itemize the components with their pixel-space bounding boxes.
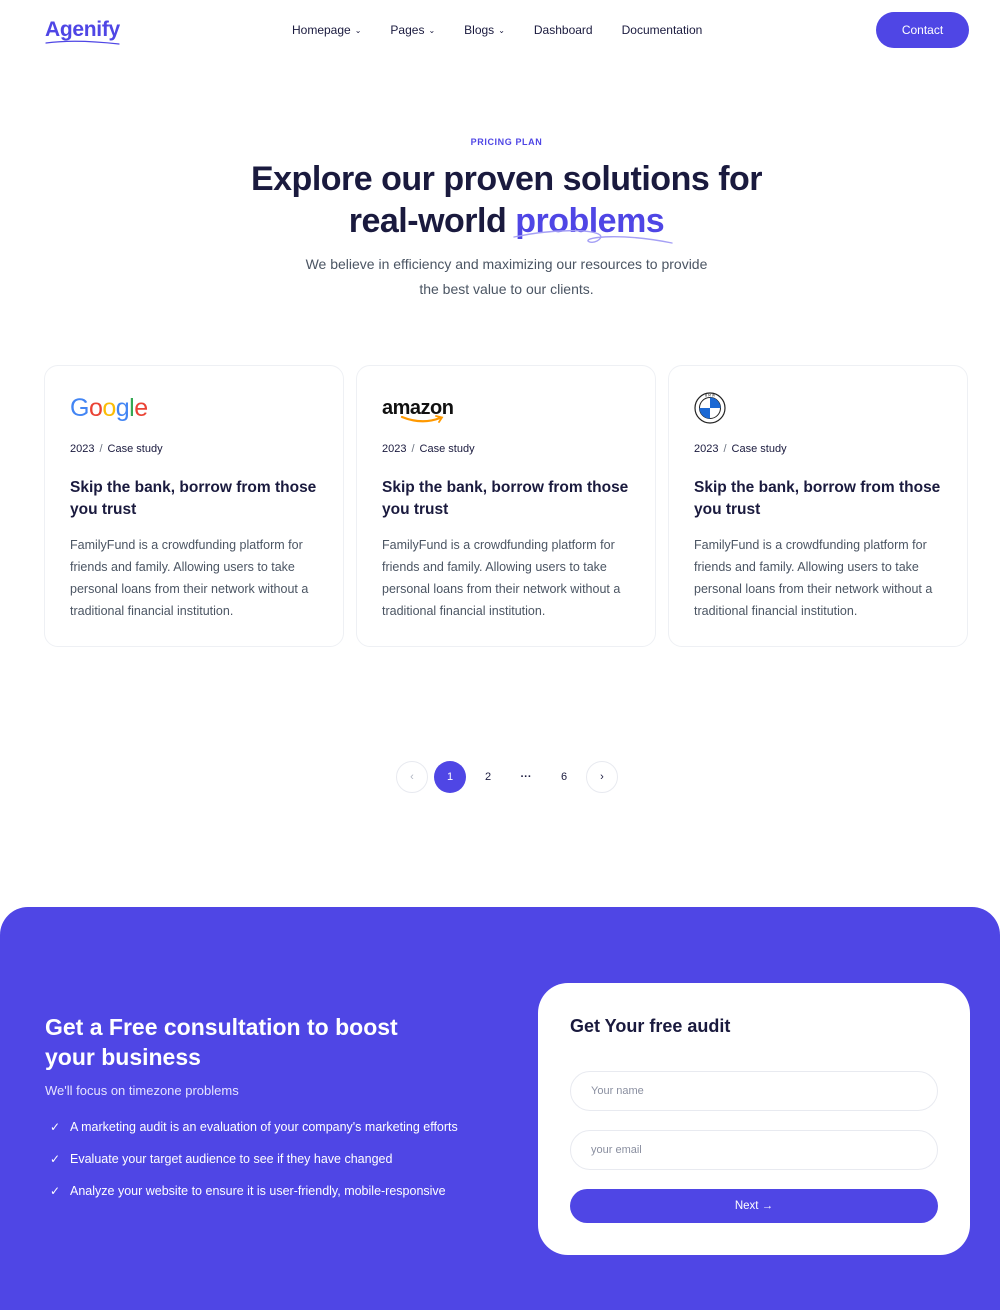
subtext-line-1: We believe in efficiency and maximizing … [305,256,708,272]
card-year: 2023 [694,443,719,455]
form-title: Get Your free audit [570,1016,731,1036]
benefit-text: Evaluate your target audience to see if … [70,1152,393,1166]
chevron-down-icon: ⌄ [354,25,362,35]
subtext-line-2: the best value to our clients. [419,281,594,297]
card-meta: 2023/Case study [694,443,787,455]
contact-button[interactable]: Contact [876,12,969,48]
bmw-logo: B M W [694,391,726,425]
benefit-text: Analyze your website to ensure it is use… [70,1184,446,1198]
benefit-text: A marketing audit is an evaluation of yo… [70,1120,458,1134]
list-item: ✓ A marketing audit is an evaluation of y… [50,1115,460,1140]
pagination: ‹ 1 2 ··· 6 › [396,761,624,793]
google-logo: Google [70,391,148,425]
benefit-list: ✓ A marketing audit is an evaluation of y… [50,1115,460,1211]
card-description: FamilyFund is a crowdfunding platform fo… [382,538,621,618]
card-year: 2023 [382,443,407,455]
audit-form: Get Your free audit Next → [538,983,970,1255]
case-study-card[interactable]: B M W 2023/Case study Skip the bank, bor… [668,365,968,647]
nav-label: Documentation [621,23,703,37]
check-icon: ✓ [50,1152,61,1166]
hero-subtext: We believe in efficiency and maximizing … [0,252,1000,302]
nav-item-pages[interactable]: Pages ⌄ [390,23,435,37]
nav-item-homepage[interactable]: Homepage ⌄ [292,23,361,37]
case-study-card[interactable]: Google 2023/Case study Skip the bank, bo… [44,365,344,647]
nav-label: Blogs [464,23,495,37]
cta-title: Get a Free consultation to boost your bu… [45,1014,398,1070]
card-category: Case study [107,443,163,455]
card-description: FamilyFund is a crowdfunding platform fo… [694,538,933,618]
section-eyebrow: PRICING PLAN [470,137,543,147]
chevron-down-icon: ⌄ [498,25,505,35]
card-meta: 2023/Case study [382,443,475,455]
amazon-smile-icon [400,415,444,423]
next-button[interactable]: Next → [570,1189,938,1223]
case-study-card[interactable]: amazon 2023/Case study Skip the bank, bo… [356,365,656,647]
consultation-section: Get a Free consultation to boost your bu… [0,907,1000,1310]
bmw-roundel-icon: B M W [694,392,726,424]
card-title[interactable]: Skip the bank, borrow from those you tru… [694,477,944,521]
card-category: Case study [731,443,787,455]
amazon-logo: amazon [382,391,454,425]
site-header: Agenify Homepage ⌄ Pages ⌄ Blogs ⌄ Dashb… [0,0,1000,60]
page-2-button[interactable]: 2 [472,761,504,793]
card-meta: 2023/Case study [70,443,163,455]
chevron-right-icon[interactable]: › [586,761,618,793]
svg-text:B M W: B M W [705,393,716,397]
cta-subtitle: We'll focus on timezone problems [45,1083,239,1098]
check-icon: ✓ [50,1184,61,1198]
list-item: ✓ Evaluate your target audience to see if… [50,1147,460,1172]
card-title[interactable]: Skip the bank, borrow from those you tru… [70,477,320,521]
nav-item-blogs[interactable]: Blogs ⌄ [464,23,505,37]
headline-line-2-prefix: real-world [348,202,516,240]
nav-item-dashboard[interactable]: Dashboard [534,23,593,37]
google-wordmark: Google [70,393,148,422]
chevron-down-icon: ⌄ [428,25,436,35]
nav-label: Homepage [292,23,351,37]
page-6-button[interactable]: 6 [548,761,580,793]
nav-label: Pages [390,23,425,37]
check-icon: ✓ [50,1120,61,1134]
page-title: Explore our proven solutions for real-wo… [0,158,1000,242]
squiggle-underline-icon [513,230,673,244]
logo-swoosh-icon [45,40,120,45]
page-1-button[interactable]: 1 [434,761,466,793]
card-title[interactable]: Skip the bank, borrow from those you tru… [382,477,632,521]
card-year: 2023 [70,443,95,455]
card-description: FamilyFund is a crowdfunding platform fo… [70,538,309,618]
email-field[interactable] [570,1130,938,1170]
chevron-left-icon[interactable]: ‹ [396,761,428,793]
nav-label: Dashboard [533,23,593,37]
name-field[interactable] [570,1071,938,1111]
pagination-ellipsis: ··· [520,771,532,783]
list-item: ✓ Analyze your website to ensure it is us… [50,1179,460,1204]
headline-line-1: Explore our proven solutions for [250,160,763,198]
nav-item-documentation[interactable]: Documentation [622,23,703,37]
card-category: Case study [419,443,475,455]
main-nav: Homepage ⌄ Pages ⌄ Blogs ⌄ Dashboard Doc… [292,23,731,37]
